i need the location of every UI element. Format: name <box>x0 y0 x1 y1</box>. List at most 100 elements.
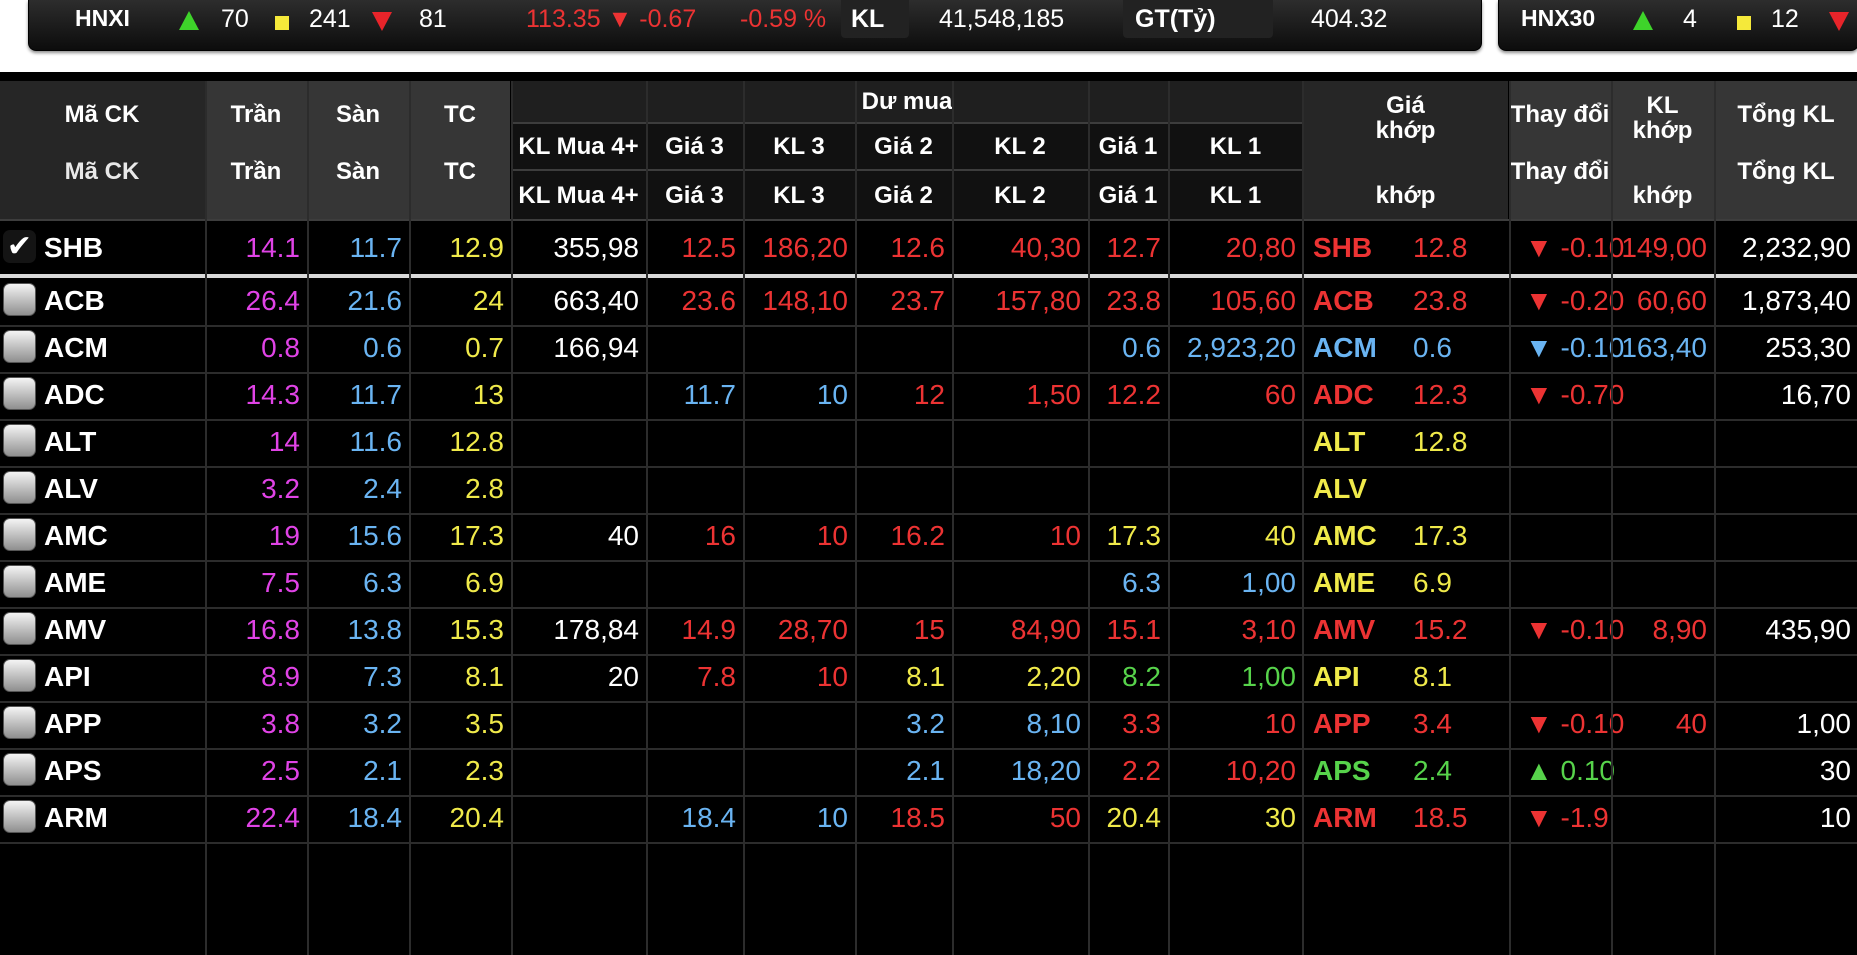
checkbox-icon[interactable] <box>3 565 36 598</box>
checkbox-icon[interactable] <box>3 612 36 645</box>
col-header-gia3[interactable]: Giá 3 <box>647 125 742 169</box>
down-arrow-icon <box>372 12 392 31</box>
match-price-cell: 3.4 <box>1413 707 1452 739</box>
bid-vol-2-cell: 1,50 <box>1026 378 1082 410</box>
checkbox-icon[interactable] <box>3 377 36 410</box>
bid-price-2-cell: 15 <box>913 613 945 645</box>
checkbox-icon[interactable] <box>3 471 36 504</box>
floor-price-cell: 18.4 <box>347 801 403 833</box>
bid-price-1-cell: 15.1 <box>1106 613 1162 645</box>
col-header-kl1[interactable]: KL 1 <box>1169 125 1302 169</box>
col-header-match-vol[interactable]: KL khớp <box>1612 86 1713 150</box>
match-volume-cell <box>1612 556 1713 609</box>
col-header-gia2[interactable]: Giá 2 <box>856 125 951 169</box>
col-header-kl1-dup: KL 1 <box>1209 182 1262 210</box>
table-row[interactable]: API 8.9 7.3 8.1 20 7.8 10 8.1 2,20 8.2 1,00 API 8.1 <box>0 650 1857 703</box>
col-header-gia2-dup: Giá 2 <box>874 182 933 210</box>
table-row[interactable]: AME 7.5 6.3 6.9 6.3 1,00 AME 6.9 <box>0 556 1857 609</box>
checkbox-icon[interactable] <box>3 659 36 692</box>
checkbox-icon[interactable] <box>3 330 36 363</box>
match-volume-cell <box>1612 509 1713 562</box>
kl-mua4-cell <box>512 791 645 844</box>
index2-up: 4 <box>1683 5 1697 33</box>
bid-vol-2-cell: 8,10 <box>1026 707 1082 739</box>
kl-mua4-cell <box>512 697 645 750</box>
bid-vol-1-cell: 2,923,20 <box>1187 331 1296 363</box>
col-header-ceiling[interactable]: Trần <box>206 81 306 149</box>
column-divider <box>307 81 309 955</box>
bid-price-2-cell <box>856 556 951 609</box>
column-divider <box>646 81 648 955</box>
table-row[interactable]: ACM 0.8 0.6 0.7 166,94 0.6 2,923,20 ACM 0.6 ▼ -0.… <box>0 321 1857 374</box>
ref-price-cell: 3.5 <box>465 707 504 739</box>
col-header-total-vol[interactable]: Tổng KL <box>1715 81 1857 149</box>
table-row[interactable]: AMV 16.8 13.8 15.3 178,84 14.9 28,70 15 84,90 15.… <box>0 603 1857 656</box>
col-header-gia1[interactable]: Giá 1 <box>1089 125 1167 169</box>
table-row[interactable]: ARM 22.4 18.4 20.4 18.4 10 18.5 50 20.4 30 ARM 18.5… <box>0 791 1857 844</box>
column-divider <box>511 81 513 955</box>
table-row[interactable]: AMC 19 15.6 17.3 40 16 10 16.2 10 17.3 40 AMC 17.3 <box>0 509 1857 562</box>
index-name: HNXI <box>75 5 130 31</box>
bid-price-1-cell: 12.2 <box>1106 378 1162 410</box>
col-header-kl-mua4-dup: KL Mua 4+ <box>518 182 639 210</box>
bid-vol-2-cell: 2,20 <box>1026 660 1082 692</box>
kl-mua4-cell <box>512 415 645 468</box>
table-row[interactable]: ACB 26.4 21.6 24 663,40 23.6 148,10 23.7 157,80 2… <box>0 274 1857 327</box>
checkbox-icon[interactable] <box>3 753 36 786</box>
bid-price-3-cell: 18.4 <box>681 801 737 833</box>
ref-price-cell: 12.9 <box>449 231 505 263</box>
col-header-kl-mua4[interactable]: KL Mua 4+ <box>512 125 645 169</box>
col-header-ref[interactable]: TC <box>410 81 510 149</box>
table-row[interactable]: SHB 14.1 11.7 12.9 355,98 12.5 186,20 12.6 40,30… <box>0 221 1857 274</box>
table-row[interactable]: ALV 3.2 2.4 2.8 ALV <box>0 462 1857 515</box>
checked-checkbox-icon[interactable]: ✔ <box>3 230 36 263</box>
index-change-pct: -0.59 % <box>740 5 827 33</box>
match-symbol-cell: ADC <box>1313 378 1374 410</box>
col-header-floor[interactable]: Sàn <box>308 81 408 149</box>
checkbox-icon[interactable] <box>3 283 36 316</box>
checkbox-icon[interactable] <box>3 518 36 551</box>
match-symbol-cell: APS <box>1313 754 1371 786</box>
bid-price-1-cell: 20.4 <box>1106 801 1162 833</box>
floor-price-cell: 0.6 <box>363 331 402 363</box>
bid-vol-2-cell <box>953 415 1087 468</box>
col-header-symbol[interactable]: Mã CK <box>0 81 204 149</box>
ref-count: 241 <box>309 5 351 33</box>
floor-price-cell: 2.4 <box>363 472 402 504</box>
total-volume-cell <box>1715 509 1857 562</box>
ref-price-cell: 0.7 <box>465 331 504 363</box>
table-row[interactable]: APP 3.8 3.2 3.5 3.2 8,10 3.3 10 APP 3.4 ▼ -0.10 40 1… <box>0 697 1857 750</box>
col-header-kl2[interactable]: KL 2 <box>953 125 1087 169</box>
ceiling-price-cell: 14.1 <box>245 231 301 263</box>
price-change-cell: ▼ -0.70 <box>1525 378 1625 410</box>
table-row[interactable]: ALT 14 11.6 12.8 ALT 12.8 <box>0 415 1857 468</box>
table-row[interactable]: ADC 14.3 11.7 13 11.7 10 12 1,50 12.2 60 ADC 12.3 ▼ … <box>0 368 1857 421</box>
col-header-total-vol-ghost: Tổng KL <box>1737 158 1835 186</box>
bid-price-3-cell: 12.5 <box>681 231 737 263</box>
match-symbol-cell: APP <box>1313 707 1371 739</box>
table-row[interactable]: APS 2.5 2.1 2.3 2.1 18,20 2.2 10,20 APS 2.4 ▲ 0.10… <box>0 744 1857 797</box>
bid-price-1-cell: 23.8 <box>1106 284 1162 316</box>
col-header-match-price[interactable]: Giá khớp <box>1303 86 1508 150</box>
col-header-change[interactable]: Thay đổi <box>1510 81 1610 149</box>
match-volume-cell: 60,60 <box>1636 284 1707 316</box>
checkbox-icon[interactable] <box>3 424 36 457</box>
ref-price-cell: 24 <box>472 284 504 316</box>
bid-vol-1-cell: 3,10 <box>1241 613 1297 645</box>
ceiling-price-cell: 22.4 <box>245 801 301 833</box>
match-volume-cell <box>1612 368 1713 421</box>
match-price-cell: 2.4 <box>1413 754 1452 786</box>
bid-vol-1-cell: 40 <box>1264 519 1296 551</box>
ceiling-price-cell: 19 <box>268 519 300 551</box>
match-volume-cell: 8,90 <box>1652 613 1708 645</box>
col-header-kl3-dup: KL 3 <box>773 182 825 210</box>
column-divider <box>1088 81 1090 955</box>
floor-price-cell: 2.1 <box>363 754 402 786</box>
col-header-kl3[interactable]: KL 3 <box>744 125 854 169</box>
price-change-cell: ▲ 0.10 <box>1525 754 1615 786</box>
bid-vol-1-cell: 20,80 <box>1225 231 1296 263</box>
checkbox-icon[interactable] <box>3 800 36 833</box>
checkbox-icon[interactable] <box>3 706 36 739</box>
hnxi-index-bar[interactable]: HNXI 70 241 81 113.35 ▼ -0.67 -0.59 % KL… <box>28 0 1482 51</box>
hnx30-index-bar[interactable]: HNX30 4 12 <box>1498 0 1857 51</box>
